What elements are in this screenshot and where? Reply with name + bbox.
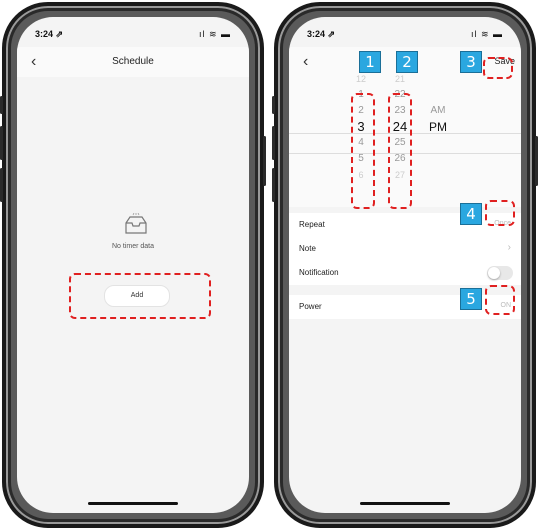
- volume-up-button: [272, 126, 275, 160]
- mute-switch: [0, 96, 3, 114]
- power-side-button: [263, 136, 266, 186]
- annotation-highlight-add: [69, 273, 211, 319]
- status-icons: ıl ≋ ▬: [198, 29, 231, 39]
- status-bar: 3:24 ⇗ ıl ≋ ▬: [307, 29, 503, 43]
- phone-frame-left: 3:24 ⇗ ıl ≋ ▬ ‹ Schedule No timer data A…: [0, 2, 266, 528]
- status-icons: ıl ≋ ▬: [470, 29, 503, 39]
- minute-option[interactable]: 21: [386, 71, 414, 87]
- screen-add-schedule: 3:24 ⇗ ıl ≋ ▬ ‹ dule Save 12 1 2 3 4 5 6…: [289, 17, 521, 513]
- hour-option[interactable]: 12: [349, 71, 373, 87]
- status-bar: 3:24 ⇗ ıl ≋ ▬: [35, 29, 231, 43]
- power-side-button: [535, 136, 538, 186]
- home-indicator[interactable]: [360, 502, 450, 505]
- mute-switch: [272, 96, 275, 114]
- nav-bar: ‹ Schedule: [17, 47, 249, 77]
- annotation-badge-3: 3: [460, 51, 482, 73]
- chevron-right-icon: ›: [507, 242, 511, 253]
- phone-frame-right: 3:24 ⇗ ıl ≋ ▬ ‹ dule Save 12 1 2 3 4 5 6…: [272, 2, 538, 528]
- annotation-badge-2: 2: [396, 51, 418, 73]
- empty-state-text: No timer data: [111, 243, 155, 250]
- status-time: 3:24 ⇗: [307, 29, 336, 39]
- power-label: Power: [299, 302, 322, 311]
- notification-toggle[interactable]: [487, 266, 513, 280]
- back-icon[interactable]: ‹: [303, 53, 308, 71]
- repeat-label: Repeat: [299, 220, 325, 229]
- annotation-highlight-hour: [351, 93, 375, 209]
- empty-tray-icon: [125, 213, 147, 234]
- ampm-wheel[interactable]: AM PM: [425, 103, 451, 135]
- note-row[interactable]: Note ›: [289, 237, 521, 261]
- annotation-badge-5: 5: [460, 288, 482, 310]
- annotation-highlight-repeat: [485, 200, 515, 226]
- page-title: Schedule: [112, 56, 154, 67]
- volume-down-button: [0, 168, 3, 202]
- volume-up-button: [0, 126, 3, 160]
- annotation-highlight-save: [483, 57, 513, 79]
- notification-row: Notification: [289, 261, 521, 285]
- ampm-selected[interactable]: PM: [425, 119, 451, 135]
- home-indicator[interactable]: [88, 502, 178, 505]
- note-label: Note: [299, 244, 316, 253]
- toggle-knob: [488, 267, 500, 279]
- annotation-highlight-minute: [388, 93, 412, 209]
- annotation-highlight-power: [485, 285, 515, 315]
- annotation-badge-1: 1: [359, 51, 381, 73]
- annotation-badge-4: 4: [460, 203, 482, 225]
- screen-schedule-empty: 3:24 ⇗ ıl ≋ ▬ ‹ Schedule No timer data A…: [17, 17, 249, 513]
- notification-label: Notification: [299, 268, 339, 277]
- status-time: 3:24 ⇗: [35, 29, 64, 39]
- volume-down-button: [272, 168, 275, 202]
- ampm-option[interactable]: AM: [425, 103, 451, 119]
